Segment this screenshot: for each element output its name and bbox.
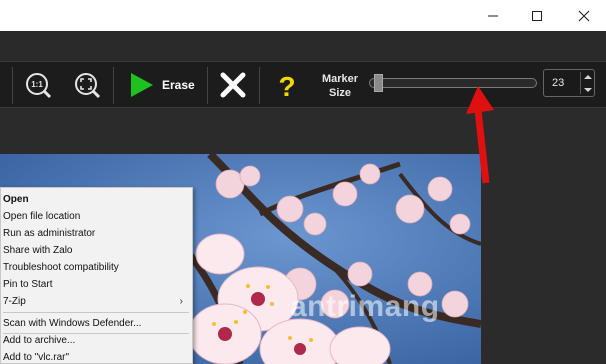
annotation-arrow-icon xyxy=(466,86,494,184)
app-window: 1:1 Erase ? Marker Size 23 antrimang Ope… xyxy=(0,0,606,364)
